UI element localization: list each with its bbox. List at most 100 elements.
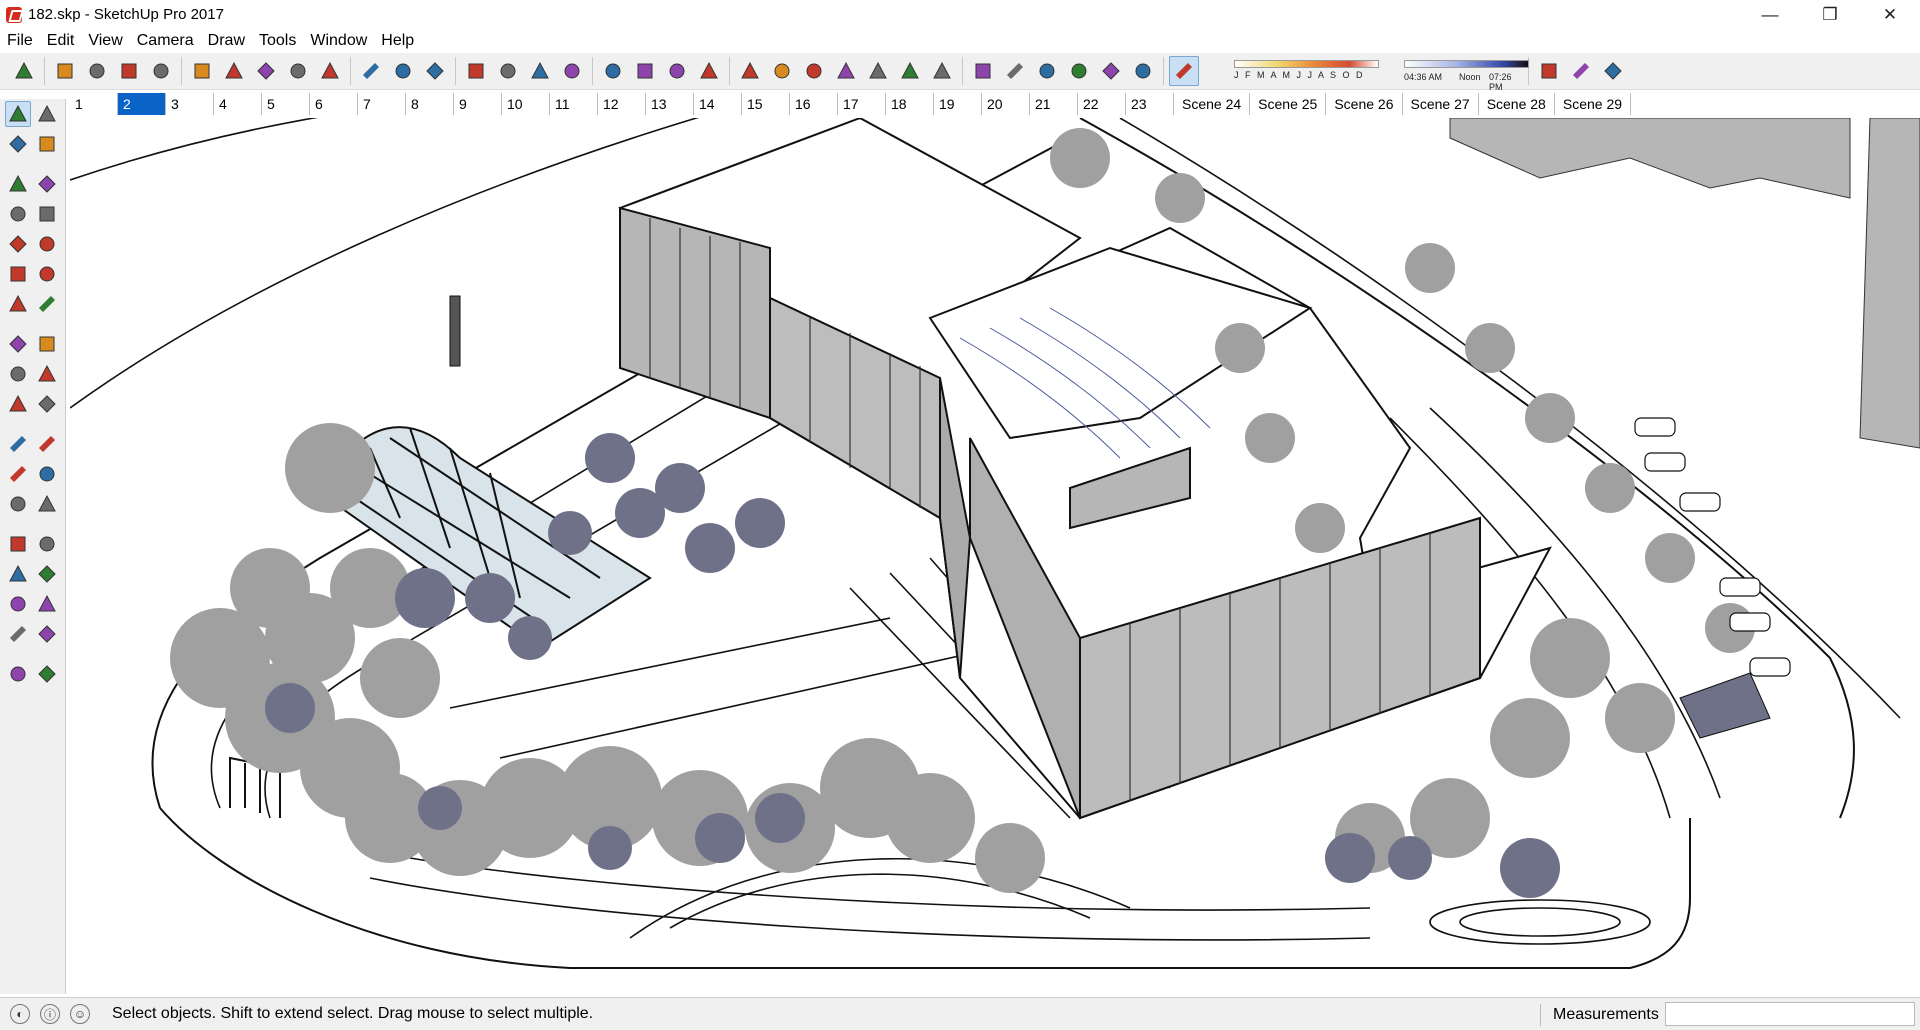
paint-bucket-tool-button[interactable] <box>420 56 450 86</box>
iso-view-tool-button[interactable] <box>968 56 998 86</box>
add-location-tool-button[interactable] <box>1598 56 1628 86</box>
scene-tab[interactable]: 9 <box>454 93 502 115</box>
polygon-tool-button[interactable] <box>34 231 60 257</box>
right-view-tool-button[interactable] <box>1064 56 1094 86</box>
menu-window[interactable]: Window <box>303 32 374 50</box>
scene-tab[interactable]: 19 <box>934 93 982 115</box>
paint-bucket-tool-button[interactable] <box>5 131 31 157</box>
follow-me-tool-button[interactable] <box>219 56 249 86</box>
time-slider[interactable] <box>1404 60 1529 68</box>
zoom-extents-tool-button[interactable] <box>557 56 587 86</box>
section-plane-tool-button[interactable] <box>34 661 60 687</box>
two-point-arc-tool-button[interactable] <box>34 261 60 287</box>
menu-draw[interactable]: Draw <box>201 32 252 50</box>
front-view-tool-button[interactable] <box>1032 56 1062 86</box>
walk-tool-button[interactable] <box>5 661 31 687</box>
position-camera-tool-button[interactable] <box>5 621 31 647</box>
sandbox-tool-button[interactable] <box>1566 56 1596 86</box>
zoom-window-tool-button[interactable] <box>34 561 60 587</box>
eraser-tool-button[interactable] <box>50 56 80 86</box>
menu-view[interactable]: View <box>81 32 129 50</box>
wireframe-tool-button[interactable] <box>799 56 829 86</box>
scene-tab[interactable]: Scene 24 <box>1174 93 1251 115</box>
scene-tab[interactable]: 5 <box>262 93 310 115</box>
shadow-settings-widget[interactable]: J F M A M J J A S O D 04:36 AM Noon 07:2… <box>1204 56 1529 92</box>
scale-tool-button[interactable] <box>315 56 345 86</box>
orbit-tool-button[interactable] <box>5 531 31 557</box>
scene-tab[interactable]: 17 <box>838 93 886 115</box>
scene-tab[interactable]: Scene 27 <box>1403 93 1479 115</box>
push-pull-tool-button[interactable] <box>34 331 60 357</box>
hidden-line-tool-button[interactable] <box>831 56 861 86</box>
menu-tools[interactable]: Tools <box>252 32 303 50</box>
line-tool-button[interactable] <box>5 171 31 197</box>
tape-measure-tool-button[interactable] <box>356 56 386 86</box>
text-tool-button[interactable] <box>34 461 60 487</box>
scene-tab[interactable]: 23 <box>1126 93 1174 115</box>
scene-tab[interactable]: Scene 29 <box>1555 93 1632 115</box>
scene-tab[interactable]: 1 <box>70 93 118 115</box>
dimension-tool-button[interactable] <box>34 431 60 457</box>
rotated-rectangle-tool-button[interactable] <box>34 201 60 227</box>
restore-button[interactable]: ❐ <box>1800 0 1860 29</box>
shaded-textures-tool-button[interactable] <box>895 56 925 86</box>
axes-tool-button[interactable] <box>5 491 31 517</box>
top-view-tool-button[interactable] <box>1000 56 1030 86</box>
circle-tool-button[interactable] <box>5 231 31 257</box>
scene-tab[interactable]: Scene 25 <box>1250 93 1327 115</box>
follow-me-tool-button[interactable] <box>34 361 60 387</box>
scene-tab[interactable]: Scene 26 <box>1326 93 1403 115</box>
scene-tab[interactable]: 18 <box>886 93 934 115</box>
zoom-extents-tool-button[interactable] <box>5 591 31 617</box>
eraser-tool-button[interactable] <box>34 131 60 157</box>
model-viewport[interactable] <box>70 118 1920 992</box>
move-tool-button[interactable] <box>5 331 31 357</box>
pie-tool-button[interactable] <box>34 291 60 317</box>
select-tool-button[interactable] <box>4 101 31 127</box>
measurements-input[interactable] <box>1665 1002 1915 1026</box>
scene-tab[interactable]: 8 <box>406 93 454 115</box>
scale-tool-button[interactable] <box>5 391 31 417</box>
date-slider[interactable] <box>1234 60 1379 68</box>
move-tool-button[interactable] <box>251 56 281 86</box>
photo-texture-tool-button[interactable] <box>1534 56 1564 86</box>
freehand-tool-button[interactable] <box>34 171 60 197</box>
menu-help[interactable]: Help <box>374 32 421 50</box>
minimize-button[interactable]: — <box>1740 0 1800 29</box>
orbit-tool-button[interactable] <box>461 56 491 86</box>
extension-warehouse-tool-button[interactable] <box>630 56 660 86</box>
scene-tab[interactable]: 22 <box>1078 93 1126 115</box>
scene-tab[interactable]: Scene 28 <box>1479 93 1555 115</box>
3d-text-tool-button[interactable] <box>34 491 60 517</box>
shaded-tool-button[interactable] <box>863 56 893 86</box>
rectangle-tool-button[interactable] <box>146 56 176 86</box>
scene-tab[interactable]: 4 <box>214 93 262 115</box>
scene-tab[interactable]: 13 <box>646 93 694 115</box>
protractor-tool-button[interactable] <box>5 461 31 487</box>
scene-tab[interactable]: 7 <box>358 93 406 115</box>
send-to-layout-tool-button[interactable] <box>662 56 692 86</box>
scene-tab[interactable]: 11 <box>550 93 598 115</box>
geo-location-icon[interactable]: ◐ <box>10 1004 30 1024</box>
pan-tool-button[interactable] <box>34 531 60 557</box>
scene-tab[interactable]: 12 <box>598 93 646 115</box>
warehouse-tool-button[interactable] <box>598 56 628 86</box>
pan-tool-button[interactable] <box>493 56 523 86</box>
rotate-tool-button[interactable] <box>5 361 31 387</box>
back-edges-tool-button[interactable] <box>767 56 797 86</box>
component-tool-button[interactable] <box>34 101 60 127</box>
scene-tab[interactable]: 16 <box>790 93 838 115</box>
scene-tab[interactable]: 10 <box>502 93 550 115</box>
shadows-toggle-tool-button[interactable] <box>1169 56 1199 86</box>
credits-icon[interactable]: ⓘ <box>40 1004 60 1024</box>
ruby-tool-button[interactable] <box>694 56 724 86</box>
scene-tab[interactable]: 3 <box>166 93 214 115</box>
user-icon[interactable]: ☺ <box>70 1004 90 1024</box>
scene-tab[interactable]: 6 <box>310 93 358 115</box>
scene-tab[interactable]: 14 <box>694 93 742 115</box>
menu-camera[interactable]: Camera <box>130 32 201 50</box>
left-view-tool-button[interactable] <box>1128 56 1158 86</box>
menu-edit[interactable]: Edit <box>40 32 82 50</box>
arc-tool-button[interactable] <box>5 261 31 287</box>
three-point-arc-tool-button[interactable] <box>5 291 31 317</box>
